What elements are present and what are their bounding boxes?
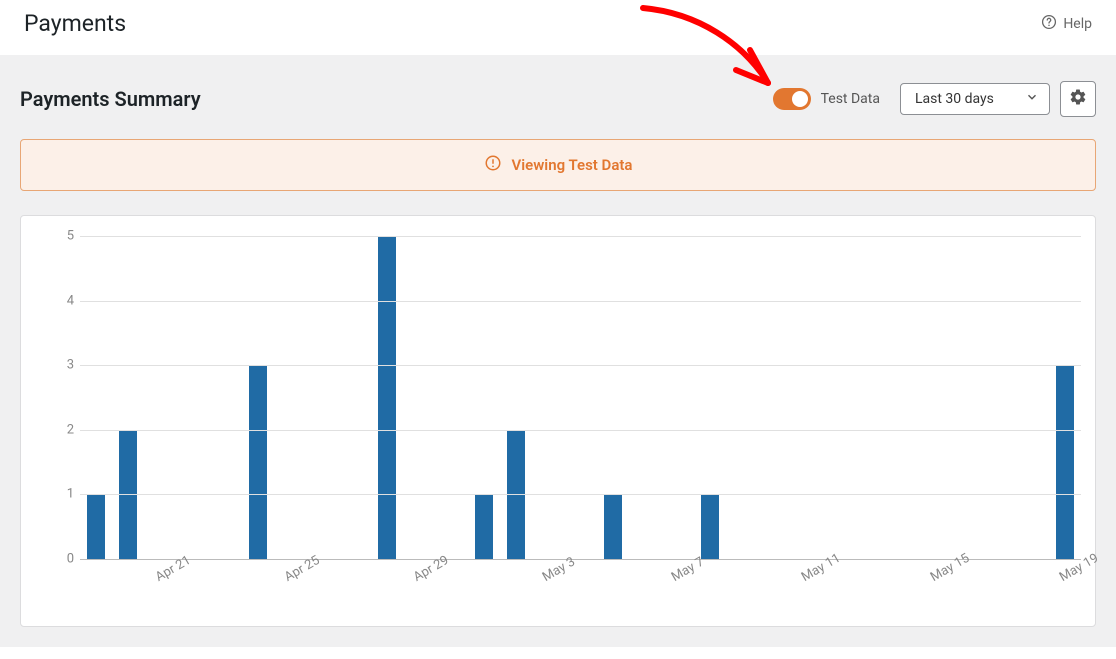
chart-bar-slot (661, 236, 693, 559)
test-data-toggle-label: Test Data (821, 91, 880, 107)
notice-text: Viewing Test Data (512, 156, 633, 174)
chart-bar-slot (887, 236, 919, 559)
chart-bar (604, 494, 622, 559)
chart-bar-slot (1017, 236, 1049, 559)
chart-bar-slot (823, 236, 855, 559)
date-range-label: Last 30 days (915, 91, 994, 107)
chart-panel: 012345 Apr 21Apr 25Apr 29May 3May 7May 1… (20, 215, 1096, 627)
settings-button[interactable] (1060, 81, 1096, 117)
chart-bar-slot (274, 236, 306, 559)
chart-bar-slot (177, 236, 209, 559)
chart-gridline (80, 365, 1081, 366)
chart-gridline (80, 494, 1081, 495)
alert-icon (484, 154, 502, 176)
help-link[interactable]: Help (1041, 14, 1092, 34)
page-title: Payments (24, 10, 126, 37)
chart-gridline (80, 301, 1081, 302)
chart-bar-slot (241, 236, 273, 559)
help-icon (1041, 14, 1057, 34)
chart-bar-slot (403, 236, 435, 559)
chart-y-tick: 3 (52, 358, 74, 373)
chart-bar-slot (791, 236, 823, 559)
chart-bar-slot (564, 236, 596, 559)
chart-bar-slot (338, 236, 370, 559)
chart-y-tick: 5 (52, 229, 74, 244)
chart-bar (701, 494, 719, 559)
chart-bar-slot (952, 236, 984, 559)
chart-bar (1056, 365, 1074, 559)
chart-bar-slot (920, 236, 952, 559)
chart-bar-slot (80, 236, 112, 559)
chart-bar-slot (532, 236, 564, 559)
test-data-toggle[interactable] (773, 88, 811, 110)
chart-bar-slot (500, 236, 532, 559)
chart-bar-slot (371, 236, 403, 559)
test-data-notice: Viewing Test Data (20, 139, 1096, 191)
chart-bar-slot (629, 236, 661, 559)
chart-bar-slot (1049, 236, 1081, 559)
chart-y-tick: 2 (52, 422, 74, 437)
gear-icon (1069, 88, 1087, 110)
chart-bar-slot (726, 236, 758, 559)
date-range-select[interactable]: Last 30 days (900, 83, 1050, 115)
chart-bar (378, 236, 396, 559)
chart-bar-slot (597, 236, 629, 559)
chart-gridline (80, 236, 1081, 237)
chart-bar (87, 494, 105, 559)
chart-bar (475, 494, 493, 559)
chart-bar-slot (468, 236, 500, 559)
test-data-toggle-wrap: Test Data (773, 88, 880, 110)
chart-bar-slot (112, 236, 144, 559)
summary-title: Payments Summary (20, 87, 201, 111)
chart-bar-slot (694, 236, 726, 559)
chart-bar-slot (984, 236, 1016, 559)
chart-y-tick: 1 (52, 487, 74, 502)
help-label: Help (1063, 16, 1092, 32)
chart-gridline (80, 430, 1081, 431)
bar-chart: 012345 Apr 21Apr 25Apr 29May 3May 7May 1… (80, 236, 1081, 606)
chevron-down-icon (1025, 90, 1039, 108)
chart-bar-slot (209, 236, 241, 559)
chart-bar-slot (306, 236, 338, 559)
chart-bar-slot (855, 236, 887, 559)
chart-bar-slot (758, 236, 790, 559)
chart-bar (249, 365, 267, 559)
chart-bar-slot (435, 236, 467, 559)
chart-bar-slot (145, 236, 177, 559)
summary-bar: Payments Summary Test Data Last 30 days (20, 81, 1096, 117)
chart-y-tick: 0 (52, 552, 74, 567)
chart-y-tick: 4 (52, 293, 74, 308)
